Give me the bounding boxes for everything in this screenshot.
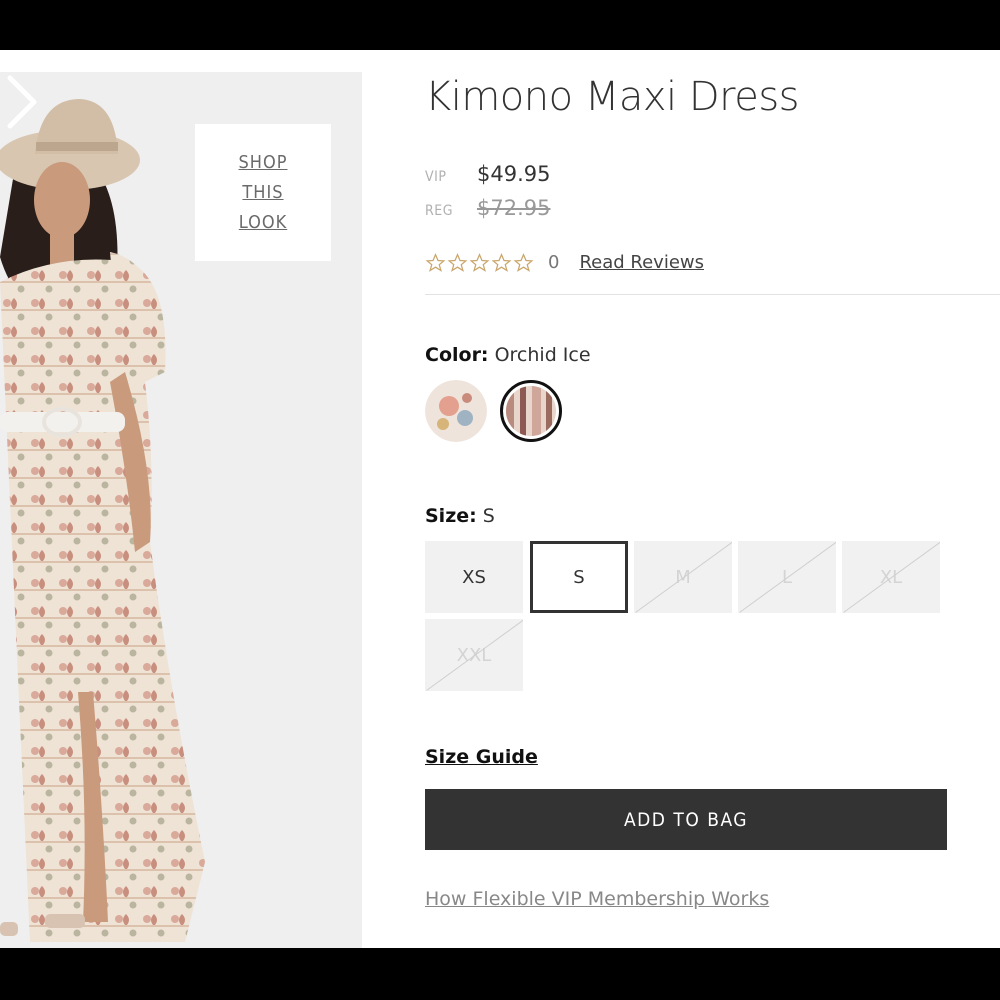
size-option-label: XXL <box>456 644 492 666</box>
reg-price: $72.95 <box>477 196 551 220</box>
star-outline-icon <box>491 252 512 272</box>
size-option-l[interactable]: L <box>738 541 836 613</box>
product-page: SHOP THIS LOOK Kimono Maxi Dress VIP $49… <box>0 50 1000 948</box>
reg-price-label: REG <box>425 203 453 219</box>
product-title: Kimono Maxi Dress <box>425 74 800 120</box>
chevron-right-icon[interactable] <box>0 72 44 132</box>
star-outline-icon <box>469 252 490 272</box>
size-option-label: M <box>675 566 691 588</box>
divider <box>425 294 1000 295</box>
add-to-bag-button[interactable]: ADD TO BAG <box>425 789 947 850</box>
size-option-label: S <box>573 566 585 588</box>
reg-price-row: REG $72.95 <box>425 196 550 220</box>
shop-this-look-button[interactable]: SHOP THIS LOOK <box>195 124 331 261</box>
size-option-xs[interactable]: XS <box>425 541 523 613</box>
color-label: Color: <box>425 344 489 366</box>
size-option-label: L <box>781 566 793 588</box>
product-image[interactable]: SHOP THIS LOOK <box>0 72 362 948</box>
read-reviews-link[interactable]: Read Reviews <box>579 252 704 273</box>
star-rating <box>425 252 534 273</box>
star-outline-icon <box>513 252 534 272</box>
color-swatch-orchid-ice[interactable] <box>500 380 562 442</box>
floral-swatch-pattern <box>425 380 487 442</box>
bottom-black-bar <box>0 948 1000 1000</box>
star-outline-icon <box>447 252 468 272</box>
size-label: Size: <box>425 505 477 527</box>
orchid-ice-swatch-pattern <box>506 386 556 436</box>
selected-color: Orchid Ice <box>494 344 591 366</box>
vip-price: $49.95 <box>477 162 551 186</box>
paisley-swatch-icon <box>506 386 556 436</box>
selected-size: S <box>482 505 495 527</box>
vip-price-row: VIP $49.95 <box>425 162 550 186</box>
size-option-label: XL <box>879 566 903 588</box>
size-option-xl[interactable]: XL <box>842 541 940 613</box>
size-selector-label: Size: S <box>425 505 495 527</box>
color-selector-label: Color: Orchid Ice <box>425 344 591 366</box>
size-guide-link[interactable]: Size Guide <box>425 746 538 768</box>
vip-membership-link[interactable]: How Flexible VIP Membership Works <box>425 888 769 910</box>
review-count: 0 <box>548 252 560 273</box>
size-option-label: XS <box>462 566 486 588</box>
size-option-s[interactable]: S <box>530 541 628 613</box>
color-swatch-floral[interactable] <box>425 380 487 442</box>
star-outline-icon <box>425 252 446 272</box>
vip-price-label: VIP <box>425 169 447 185</box>
rating-row: 0 Read Reviews <box>425 252 704 273</box>
shop-this-look-label: SHOP THIS LOOK <box>238 151 288 233</box>
size-option-m[interactable]: M <box>634 541 732 613</box>
top-black-bar <box>0 0 1000 50</box>
size-option-xxl[interactable]: XXL <box>425 619 523 691</box>
